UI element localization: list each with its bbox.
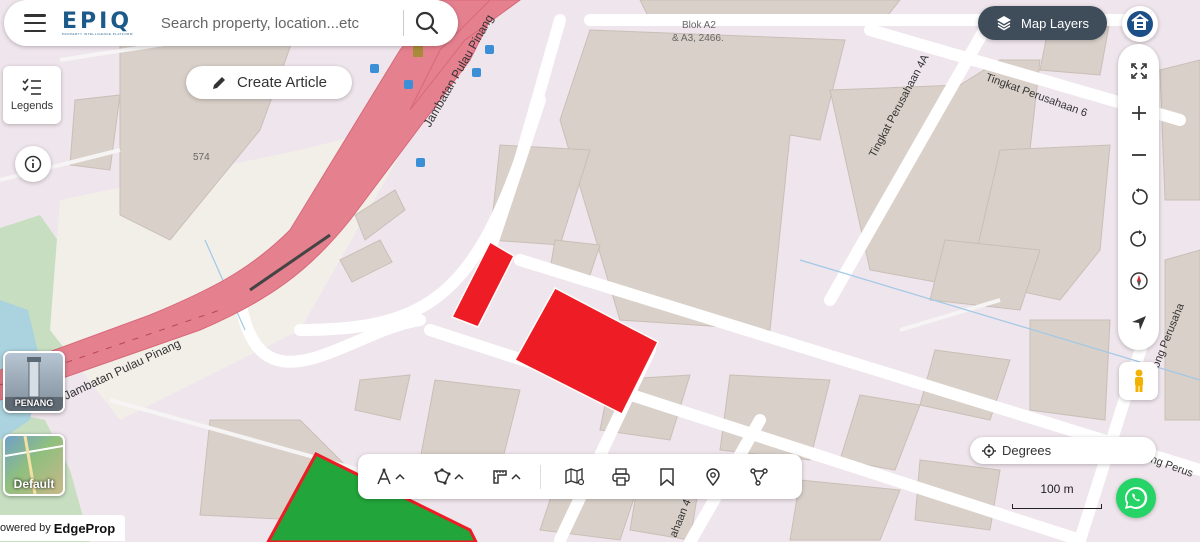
locate-button[interactable] bbox=[1124, 308, 1154, 338]
ruler-area-icon bbox=[492, 469, 507, 484]
search-bar: EPIQ PROPERTY INTELLIGENCE PLATFORM Sear… bbox=[4, 0, 458, 46]
bookmark-icon bbox=[660, 467, 674, 486]
legends-button[interactable]: Legends bbox=[3, 66, 61, 124]
info-icon bbox=[24, 155, 42, 173]
map-controls bbox=[1118, 44, 1159, 350]
degrees-label: Degrees bbox=[1002, 443, 1052, 458]
expand-icon bbox=[1130, 63, 1147, 79]
route-icon bbox=[750, 467, 768, 486]
layers-icon bbox=[997, 16, 1012, 31]
map-label: 574 bbox=[193, 152, 210, 163]
fullscreen-button[interactable] bbox=[1124, 56, 1154, 86]
draw-polygon-button[interactable] bbox=[428, 462, 468, 492]
location-pin-icon bbox=[706, 467, 720, 486]
map-layers-label: Map Layers bbox=[1021, 15, 1089, 31]
compass-button[interactable] bbox=[1124, 266, 1154, 296]
map-icon bbox=[565, 467, 585, 485]
chevron-up-icon bbox=[394, 473, 405, 480]
pencil-icon bbox=[212, 76, 225, 89]
rotate-right-icon bbox=[1129, 230, 1146, 247]
app-logo[interactable]: EPIQ PROPERTY INTELLIGENCE PLATFORM bbox=[62, 8, 133, 36]
rotate-left-button[interactable] bbox=[1124, 182, 1154, 212]
measure-icon bbox=[376, 468, 391, 484]
info-button[interactable] bbox=[15, 146, 51, 182]
map-settings-button[interactable] bbox=[557, 462, 593, 492]
zoom-out-button[interactable] bbox=[1124, 140, 1154, 170]
printer-icon bbox=[612, 467, 630, 486]
landmark-icon bbox=[413, 45, 423, 57]
basemap-thumbnail-default[interactable]: Default bbox=[3, 434, 65, 496]
logo-subtext: PROPERTY INTELLIGENCE PLATFORM bbox=[62, 31, 133, 36]
thumbnail-label: Default bbox=[13, 477, 55, 491]
search-input[interactable]: Search property, location...etc bbox=[161, 15, 403, 32]
plus-icon bbox=[1131, 106, 1146, 120]
map-layers-button[interactable]: Map Layers bbox=[978, 6, 1107, 40]
scale-label: 100 m bbox=[1040, 482, 1074, 496]
toolbar-divider bbox=[540, 464, 541, 489]
area-tool-button[interactable] bbox=[486, 462, 526, 492]
scale-bar: 100 m bbox=[1010, 480, 1104, 510]
chevron-up-icon bbox=[510, 473, 521, 480]
rotate-right-button[interactable] bbox=[1124, 224, 1154, 254]
whatsapp-icon bbox=[1125, 486, 1148, 509]
basemap-thumbnail-penang[interactable]: PENANG bbox=[3, 351, 65, 413]
measure-tool-button[interactable] bbox=[370, 462, 410, 492]
powered-by-prefix: owered by bbox=[0, 522, 51, 534]
user-account-button[interactable] bbox=[1122, 6, 1158, 42]
navigate-icon bbox=[1131, 316, 1146, 330]
divider bbox=[403, 10, 404, 36]
streetview-button[interactable] bbox=[1119, 362, 1158, 400]
edgeprop-logo: EdgeProp bbox=[53, 520, 116, 536]
zoom-in-button[interactable] bbox=[1124, 98, 1154, 128]
pegman-icon bbox=[1134, 369, 1143, 392]
minus-icon bbox=[1131, 154, 1146, 156]
whatsapp-button[interactable] bbox=[1116, 478, 1156, 518]
map-label: Blok A2 bbox=[682, 20, 716, 31]
powered-by-footer[interactable]: owered by EdgeProp bbox=[0, 515, 125, 541]
polygon-icon bbox=[433, 467, 451, 485]
map-label: & A3, 2466. bbox=[672, 33, 724, 44]
legends-label: Legends bbox=[10, 100, 54, 112]
bottom-toolbar bbox=[358, 454, 802, 499]
rotate-left-icon bbox=[1131, 188, 1148, 205]
location-pin-button[interactable] bbox=[695, 462, 731, 492]
crosshair-icon bbox=[982, 443, 996, 458]
user-account-icon bbox=[1127, 11, 1153, 37]
logo-text: EPIQ bbox=[62, 8, 133, 34]
route-button[interactable] bbox=[741, 462, 777, 492]
thumbnail-label: PENANG bbox=[14, 398, 54, 408]
scale-line bbox=[1012, 504, 1102, 509]
search-icon[interactable] bbox=[414, 10, 440, 36]
create-article-button[interactable]: Create Article bbox=[186, 66, 352, 99]
chevron-up-icon bbox=[453, 473, 464, 480]
degrees-toggle[interactable]: Degrees bbox=[970, 437, 1156, 464]
bookmark-button[interactable] bbox=[649, 462, 685, 492]
create-article-label: Create Article bbox=[236, 74, 328, 91]
hamburger-icon[interactable] bbox=[24, 14, 46, 32]
compass-icon bbox=[1129, 272, 1148, 290]
print-button[interactable] bbox=[603, 462, 639, 492]
list-icon bbox=[22, 78, 41, 95]
